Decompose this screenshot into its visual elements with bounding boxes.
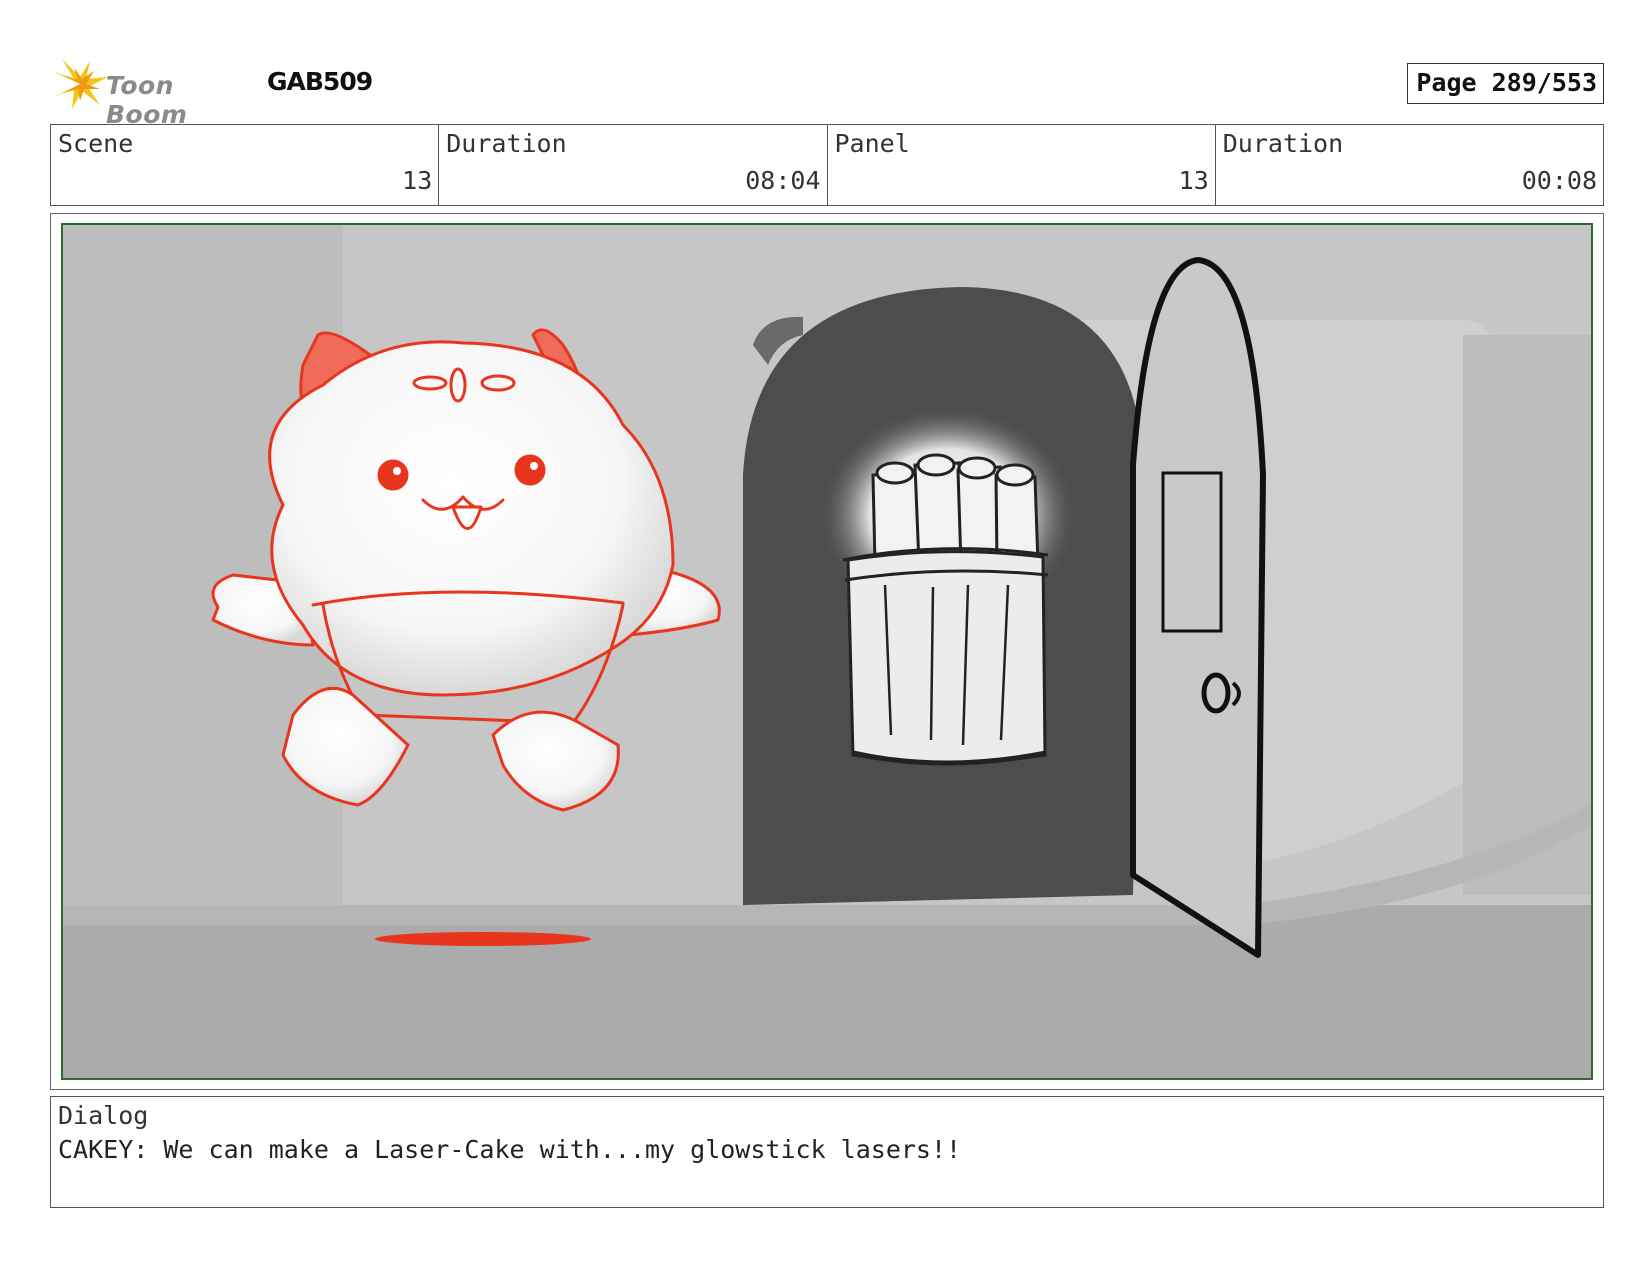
glowstick-jar (842, 453, 1049, 766)
page-header: Toon Boom GAB509 Page 289/553 (50, 55, 1604, 129)
logo-text: Toon Boom (106, 71, 188, 129)
cabinet-side (1463, 335, 1591, 895)
dialog-text: CAKEY: We can make a Laser-Cake with...m… (58, 1135, 962, 1164)
panel-duration-label: Duration (1222, 129, 1344, 158)
page-number: Page 289/553 (1407, 63, 1604, 104)
starburst-icon (52, 59, 108, 109)
storyboard-panel-frame (50, 213, 1604, 1090)
panel-info-table: Scene 13 Duration 08:04 Panel 13 Duratio… (50, 124, 1604, 206)
scene-label: Scene (58, 129, 134, 158)
dialog-label: Dialog (58, 1101, 149, 1130)
scene-duration-cell: Duration 08:04 (439, 125, 828, 205)
open-door (1130, 257, 1266, 958)
panel-duration-cell: Duration 00:08 (1216, 125, 1603, 205)
toon-boom-logo: Toon Boom (50, 57, 250, 129)
storyboard-drawing (61, 223, 1593, 1080)
floor (63, 905, 1591, 1078)
scene-duration-value: 08:04 (745, 166, 821, 195)
storyboard-sketch (63, 225, 1591, 1078)
panel-cell: Panel 13 (828, 125, 1216, 205)
panel-value: 13 (1178, 166, 1209, 195)
panel-duration-value: 00:08 (1521, 166, 1597, 195)
panel-label: Panel (834, 129, 910, 158)
character-shadow (375, 932, 591, 946)
scene-cell: Scene 13 (51, 125, 440, 205)
scene-value: 13 (402, 166, 433, 195)
scene-duration-label: Duration (446, 129, 567, 158)
dialog-box: Dialog CAKEY: We can make a Laser-Cake w… (50, 1096, 1604, 1208)
project-code: GAB509 (267, 67, 373, 96)
